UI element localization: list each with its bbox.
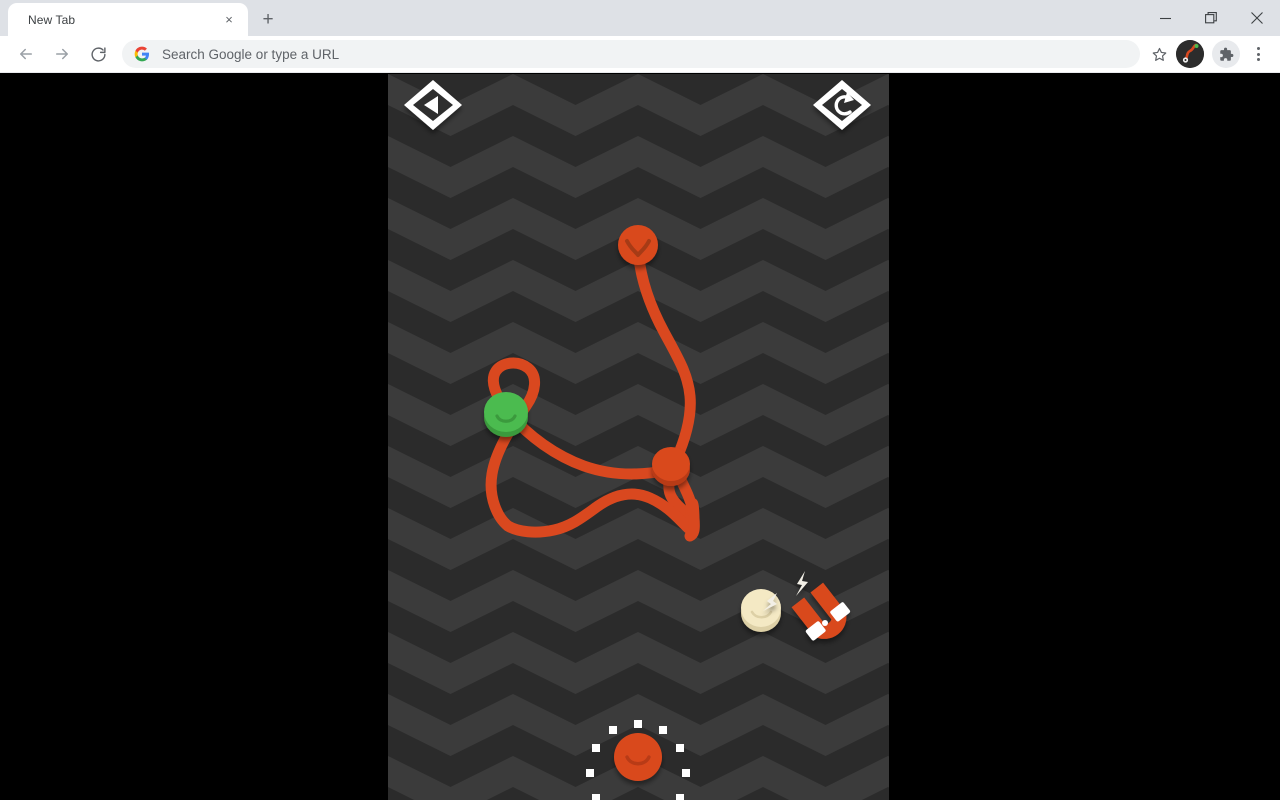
maximize-icon[interactable] bbox=[1188, 0, 1234, 36]
browser-toolbar: Search Google or type a URL bbox=[0, 36, 1280, 73]
back-level-button[interactable] bbox=[404, 80, 462, 130]
game-canvas[interactable] bbox=[388, 74, 889, 800]
page-content bbox=[0, 74, 1280, 800]
browser-window: New Tab × + Search Google or type a URL bbox=[0, 0, 1280, 800]
puzzle-piece-icon[interactable] bbox=[1212, 40, 1240, 68]
reload-icon[interactable] bbox=[82, 38, 114, 70]
green-ball-goal[interactable] bbox=[484, 392, 528, 437]
forward-arrow-icon[interactable] bbox=[46, 38, 78, 70]
orange-ball-angry[interactable] bbox=[618, 225, 658, 265]
minimize-icon[interactable] bbox=[1142, 0, 1188, 36]
tab-strip: New Tab × + bbox=[0, 0, 1280, 36]
tab-title: New Tab bbox=[28, 12, 76, 27]
new-tab-button[interactable]: + bbox=[254, 5, 282, 33]
back-arrow-icon[interactable] bbox=[10, 38, 42, 70]
profile-avatar-icon[interactable] bbox=[1176, 40, 1204, 68]
three-dot-menu-icon[interactable] bbox=[1244, 40, 1272, 68]
google-g-icon bbox=[134, 46, 150, 62]
search-input[interactable]: Search Google or type a URL bbox=[162, 47, 1128, 62]
star-icon[interactable] bbox=[1146, 41, 1172, 67]
orange-ball-pivot[interactable] bbox=[652, 447, 690, 486]
game-objects-layer bbox=[404, 80, 871, 800]
window-controls bbox=[1142, 0, 1280, 36]
close-icon[interactable] bbox=[1234, 0, 1280, 36]
close-icon[interactable]: × bbox=[220, 11, 238, 29]
restart-level-button[interactable] bbox=[813, 80, 871, 130]
orange-ink-trail bbox=[485, 243, 700, 542]
browser-tab[interactable]: New Tab × bbox=[8, 3, 248, 36]
address-bar[interactable]: Search Google or type a URL bbox=[122, 40, 1140, 68]
orange-ball-player[interactable] bbox=[586, 720, 690, 800]
